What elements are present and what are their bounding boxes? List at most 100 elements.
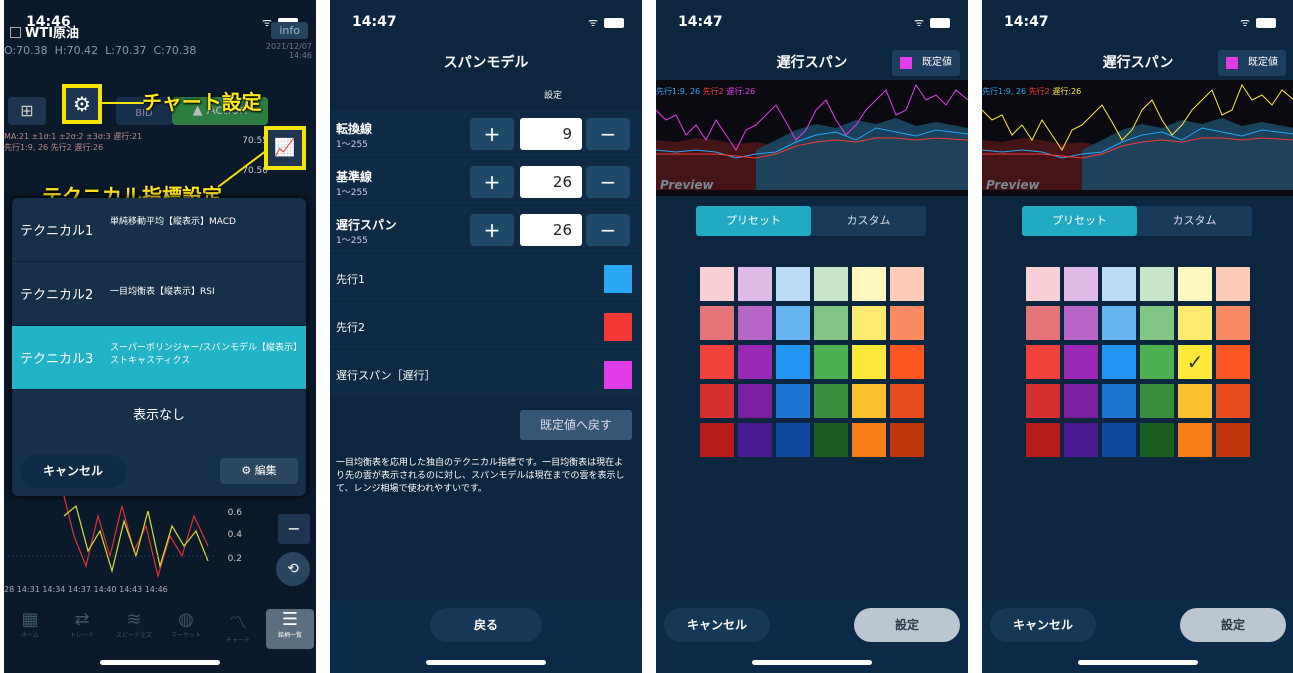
default-color-button[interactable]: 既定値 <box>1218 50 1286 76</box>
color-swatch[interactable] <box>1064 306 1098 340</box>
tab-preset[interactable]: プリセット <box>696 206 811 236</box>
technical-row-1[interactable]: テクニカル1 単純移動平均【縦表示】MACD <box>12 198 306 262</box>
color-swatch[interactable] <box>604 265 632 293</box>
tab-custom[interactable]: カスタム <box>811 206 926 236</box>
info-button[interactable]: info <box>271 22 308 39</box>
color-swatch[interactable] <box>1102 384 1136 418</box>
color-swatch[interactable] <box>700 306 734 340</box>
cancel-button[interactable]: キャンセル <box>664 608 770 642</box>
color-swatch[interactable] <box>1178 423 1212 457</box>
color-swatch[interactable] <box>738 306 772 340</box>
color-swatch[interactable] <box>1026 423 1060 457</box>
decrement-button[interactable]: − <box>586 166 630 198</box>
color-swatch[interactable]: ✓ <box>1178 345 1212 379</box>
apply-button[interactable]: 設定 <box>854 608 960 642</box>
color-swatch[interactable] <box>814 423 848 457</box>
increment-button[interactable]: + <box>470 118 514 150</box>
nav-home[interactable]: ▦ ホーム <box>6 609 54 649</box>
color-swatch[interactable] <box>814 306 848 340</box>
color-swatch[interactable] <box>738 345 772 379</box>
color-swatch[interactable] <box>890 423 924 457</box>
increment-button[interactable]: + <box>470 166 514 198</box>
color-swatch[interactable] <box>1178 267 1212 301</box>
color-swatch[interactable] <box>890 345 924 379</box>
symbol-selector[interactable]: WTI原油 <box>4 22 316 41</box>
color-swatch[interactable] <box>1102 306 1136 340</box>
color-swatch[interactable] <box>776 267 810 301</box>
nav-trade[interactable]: ⇄ トレード <box>58 609 106 649</box>
color-swatch[interactable] <box>1026 306 1060 340</box>
color-swatch[interactable] <box>700 267 734 301</box>
color-swatch[interactable] <box>700 423 734 457</box>
decrement-button[interactable]: − <box>586 118 630 150</box>
color-swatch[interactable] <box>1026 384 1060 418</box>
technical-row-2[interactable]: テクニカル2 一目均衡表【縦表示】RSI <box>12 262 306 326</box>
tab-preset[interactable]: プリセット <box>1022 206 1137 236</box>
color-swatch[interactable] <box>1064 267 1098 301</box>
param-value[interactable]: 9 <box>520 118 582 150</box>
color-swatch[interactable] <box>814 384 848 418</box>
color-swatch[interactable] <box>1140 306 1174 340</box>
color-swatch[interactable] <box>890 306 924 340</box>
color-swatch[interactable] <box>776 345 810 379</box>
nav-chart[interactable]: 〽チャート <box>214 609 262 649</box>
apply-button[interactable]: 設定 <box>1180 608 1286 642</box>
color-swatch[interactable] <box>1064 384 1098 418</box>
tab-custom[interactable]: カスタム <box>1137 206 1252 236</box>
color-swatch[interactable] <box>852 267 886 301</box>
cancel-button[interactable]: キャンセル <box>990 608 1096 642</box>
nav-speed-order[interactable]: ≋ スピード注文 <box>110 609 158 649</box>
color-swatch[interactable] <box>738 267 772 301</box>
color-swatch[interactable] <box>1140 345 1174 379</box>
param-value[interactable]: 26 <box>520 214 582 246</box>
color-swatch[interactable] <box>852 345 886 379</box>
color-swatch[interactable] <box>852 384 886 418</box>
technical-indicator-button[interactable]: 📈 <box>264 126 306 170</box>
color-row[interactable]: 遅行スパン［遅行］ <box>330 350 642 398</box>
zoom-out-button[interactable]: − <box>278 514 310 544</box>
color-swatch[interactable] <box>852 423 886 457</box>
decrement-button[interactable]: − <box>586 214 630 246</box>
none-option[interactable]: 表示なし <box>12 390 306 442</box>
color-swatch[interactable] <box>1140 384 1174 418</box>
cancel-button[interactable]: キャンセル <box>20 454 126 488</box>
color-swatch[interactable] <box>1026 345 1060 379</box>
color-swatch[interactable] <box>1216 306 1250 340</box>
color-swatch[interactable] <box>1140 267 1174 301</box>
layout-grid-button[interactable]: ⊞ <box>8 97 46 125</box>
nav-symbol-list[interactable]: ☰ 銘柄一覧 <box>266 609 314 649</box>
color-swatch[interactable] <box>1216 384 1250 418</box>
color-swatch[interactable] <box>1178 306 1212 340</box>
technical-row-3[interactable]: テクニカル3 スーパーボリンジャー/スパンモデル【縦表示】ストキャスティクス <box>12 326 306 390</box>
rotate-button[interactable]: ⟲ <box>276 552 310 586</box>
color-swatch[interactable] <box>776 384 810 418</box>
reset-defaults-button[interactable]: 既定値へ戻す <box>520 410 632 440</box>
color-swatch[interactable] <box>700 384 734 418</box>
color-swatch[interactable] <box>1102 423 1136 457</box>
color-swatch[interactable] <box>1102 345 1136 379</box>
chart-settings-button[interactable]: ⚙ <box>62 84 102 124</box>
color-swatch[interactable] <box>852 306 886 340</box>
color-swatch[interactable] <box>776 423 810 457</box>
color-swatch[interactable] <box>1216 423 1250 457</box>
color-swatch[interactable] <box>604 313 632 341</box>
color-row[interactable]: 先行1 <box>330 254 642 302</box>
color-swatch[interactable] <box>1216 345 1250 379</box>
color-swatch[interactable] <box>1102 267 1136 301</box>
color-row[interactable]: 先行2 <box>330 302 642 350</box>
color-swatch[interactable] <box>1026 267 1060 301</box>
param-value[interactable]: 26 <box>520 166 582 198</box>
color-swatch[interactable] <box>1064 345 1098 379</box>
nav-market[interactable]: ◍ マーケット <box>162 609 210 649</box>
color-swatch[interactable] <box>814 267 848 301</box>
color-swatch[interactable] <box>738 384 772 418</box>
back-button[interactable]: 戻る <box>430 608 542 642</box>
color-swatch[interactable] <box>700 345 734 379</box>
color-swatch[interactable] <box>1064 423 1098 457</box>
color-swatch[interactable] <box>1216 267 1250 301</box>
color-swatch[interactable] <box>1178 384 1212 418</box>
color-swatch[interactable] <box>776 306 810 340</box>
color-swatch[interactable] <box>890 267 924 301</box>
default-color-button[interactable]: 既定値 <box>892 50 960 76</box>
color-swatch[interactable] <box>1140 423 1174 457</box>
